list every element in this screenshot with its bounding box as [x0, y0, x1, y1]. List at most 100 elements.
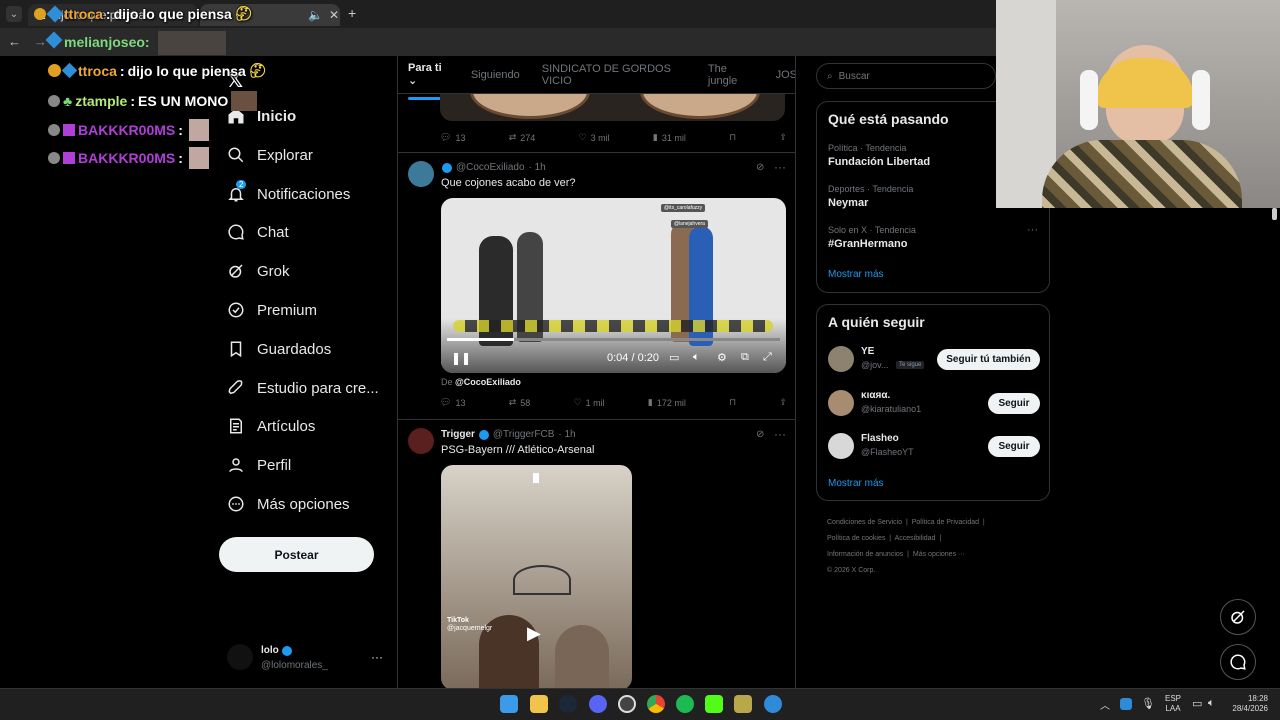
app-icon[interactable] — [734, 695, 752, 713]
volume-icon[interactable]: 🔈︎ — [693, 351, 700, 364]
sidebar-item-premium[interactable]: Premium — [227, 292, 317, 328]
post-author-name[interactable]: Trigger — [441, 429, 475, 440]
trend-item[interactable]: Política · Tendencia Fundación Libertad — [828, 143, 930, 168]
grok-explain-icon[interactable]: ⊘ — [756, 429, 764, 440]
repost-button[interactable]: ⇄ 58 — [509, 397, 531, 408]
video-source[interactable]: De @CocoExiliado — [441, 377, 521, 387]
follow-item[interactable]: κιαяα. @kiaratuliano1 Seguir — [828, 390, 1040, 418]
sidebar-item-mas-opciones[interactable]: Más opciones — [227, 486, 350, 522]
sidebar-item-notificaciones[interactable]: 2 Notificaciones — [227, 176, 350, 212]
forward-icon[interactable]: → — [34, 34, 47, 49]
avatar[interactable] — [828, 433, 854, 459]
post-video[interactable]: @its_carolafuzzy @lanejahvera ❚❚ 0:04 / … — [441, 198, 786, 373]
tab-siguiendo[interactable]: Siguiendo — [471, 69, 520, 81]
follow-name[interactable]: κιαяα. — [861, 390, 890, 401]
follow-item[interactable]: Flasheo @FlasheoYT Seguir — [828, 433, 1040, 461]
tab-the-jungle[interactable]: The jungle — [708, 63, 754, 87]
bookmark-button[interactable]: ⊓ — [729, 397, 736, 408]
bookmark-button[interactable]: ⊓ — [729, 132, 736, 143]
kick-icon[interactable] — [705, 695, 723, 713]
follow-item[interactable]: YE @jov... Te sigue Seguir tú también — [828, 346, 1040, 374]
views-button[interactable]: ▮ 172 mil — [648, 397, 686, 408]
audio-icon[interactable]: 🔈 — [308, 8, 323, 22]
chrome-icon[interactable] — [647, 695, 665, 713]
page-scrollbar-thumb[interactable] — [1272, 208, 1277, 220]
file-explorer-icon[interactable] — [530, 695, 548, 713]
grok-explain-icon[interactable]: ⊘ — [756, 162, 764, 173]
tab-para-ti[interactable]: Para ti ⌄ — [408, 62, 452, 100]
follow-button[interactable]: Seguir — [988, 393, 1040, 414]
tab-jos[interactable]: JOS — [776, 69, 795, 81]
fullscreen-icon[interactable]: ⤢ — [763, 351, 772, 364]
back-icon[interactable]: ← — [8, 34, 21, 49]
avatar[interactable] — [828, 390, 854, 416]
views-button[interactable]: ▮ 31 mil — [653, 132, 686, 143]
video-source-handle[interactable]: @CocoExiliado — [455, 377, 521, 387]
tab-close-icon[interactable]: ✕ — [329, 8, 339, 22]
post-button[interactable]: Postear — [219, 537, 374, 572]
more-horizontal-icon[interactable]: ··· — [774, 427, 786, 441]
sidebar-item-perfil[interactable]: Perfil — [227, 447, 291, 483]
footer-link[interactable]: Accesibilidad — [895, 535, 936, 542]
sidebar-item-explorar[interactable]: Explorar — [227, 137, 313, 173]
trend-item[interactable]: Solo en X · Tendencia #GranHermano — [828, 225, 916, 250]
post-cocoexiliado[interactable]: @CocoExiliado · 1h ⊘ ··· Que cojones aca… — [398, 153, 795, 420]
tray-app-icon[interactable] — [1120, 698, 1132, 710]
reply-button[interactable]: 💬︎ 13 — [440, 397, 465, 408]
language-indicator[interactable]: ESP LAA — [1165, 694, 1181, 714]
reply-button[interactable]: 💬︎ 13 — [440, 132, 465, 143]
pip-icon[interactable]: ⧉ — [741, 351, 749, 364]
pause-icon[interactable]: ❚❚ — [451, 351, 471, 365]
show-more-link[interactable]: Mostrar más — [828, 269, 884, 280]
sidebar-item-chat[interactable]: Chat — [227, 214, 289, 250]
avatar[interactable] — [408, 161, 434, 187]
tab-sindicato[interactable]: SINDICATO DE GORDOS VICIO — [542, 63, 686, 87]
follow-button[interactable]: Seguir — [988, 436, 1040, 457]
footer-link[interactable]: Política de cookies — [827, 535, 885, 542]
discord-icon[interactable] — [589, 695, 607, 713]
repost-button[interactable]: ⇄ 274 — [509, 132, 536, 143]
footer-link[interactable]: Política de Privacidad — [912, 519, 979, 526]
trend-item[interactable]: Deportes · Tendencia Neymar — [828, 184, 913, 209]
captions-icon[interactable]: ▭ — [669, 351, 679, 364]
post-handle[interactable]: @TriggerFCB — [493, 429, 554, 440]
start-icon[interactable] — [500, 695, 518, 713]
clock[interactable]: 18:28 28/4/2026 — [1228, 694, 1268, 714]
volume-icon[interactable]: 🔈︎ — [1208, 697, 1215, 710]
video-progress-track[interactable] — [447, 338, 780, 341]
follow-back-button[interactable]: Seguir tú también — [937, 349, 1040, 370]
post-previous[interactable]: 💬︎ 13 ⇄ 274 ♡ 3 mil ▮ 31 mil ⊓ ⇪ — [398, 94, 795, 153]
footer-link[interactable]: Información de anuncios — [827, 551, 903, 558]
share-button[interactable]: ⇪ — [779, 397, 787, 408]
steam-icon[interactable] — [559, 695, 577, 713]
show-more-link[interactable]: Mostrar más — [828, 478, 884, 489]
like-button[interactable]: ♡ 3 mil — [579, 132, 610, 143]
grok-floating-button[interactable] — [1220, 599, 1256, 635]
spotify-icon[interactable] — [676, 695, 694, 713]
more-horizontal-icon[interactable]: ··· — [1027, 224, 1038, 236]
messages-floating-button[interactable] — [1220, 644, 1256, 680]
tray-chevron-icon[interactable]: ︿ — [1100, 697, 1110, 712]
new-tab-button[interactable]: + — [348, 5, 356, 21]
post-video[interactable]: TikTok @jacquemelgr ▶ — [441, 465, 632, 688]
post-handle[interactable]: @CocoExiliado — [456, 162, 525, 173]
more-horizontal-icon[interactable]: ··· — [774, 160, 786, 174]
footer-link[interactable]: Más opciones ··· — [913, 551, 965, 558]
follow-name[interactable]: YE — [861, 346, 874, 357]
post-trigger[interactable]: Trigger @TriggerFCB · 1h ⊘ ··· PSG-Bayer… — [398, 420, 795, 688]
post-media[interactable] — [440, 94, 785, 121]
play-icon[interactable]: ▶ — [527, 623, 547, 643]
tab-list-button[interactable]: ⌄ — [6, 6, 22, 22]
network-icon[interactable]: ▭ — [1192, 697, 1202, 710]
search-input[interactable]: ⌕ Buscar — [816, 63, 996, 89]
sidebar-item-estudio[interactable]: Estudio para cre... — [227, 370, 379, 406]
app-c-icon[interactable] — [764, 695, 782, 713]
account-switcher[interactable]: lolo @lolomorales_ ··· — [227, 644, 387, 676]
avatar[interactable] — [828, 346, 854, 372]
like-button[interactable]: ♡ 1 mil — [574, 397, 605, 408]
share-button[interactable]: ⇪ — [779, 132, 787, 143]
follow-name[interactable]: Flasheo — [861, 433, 899, 444]
obs-icon[interactable] — [618, 695, 636, 713]
more-horizontal-icon[interactable]: ··· — [371, 650, 383, 664]
sidebar-item-articulos[interactable]: Artículos — [227, 408, 315, 444]
